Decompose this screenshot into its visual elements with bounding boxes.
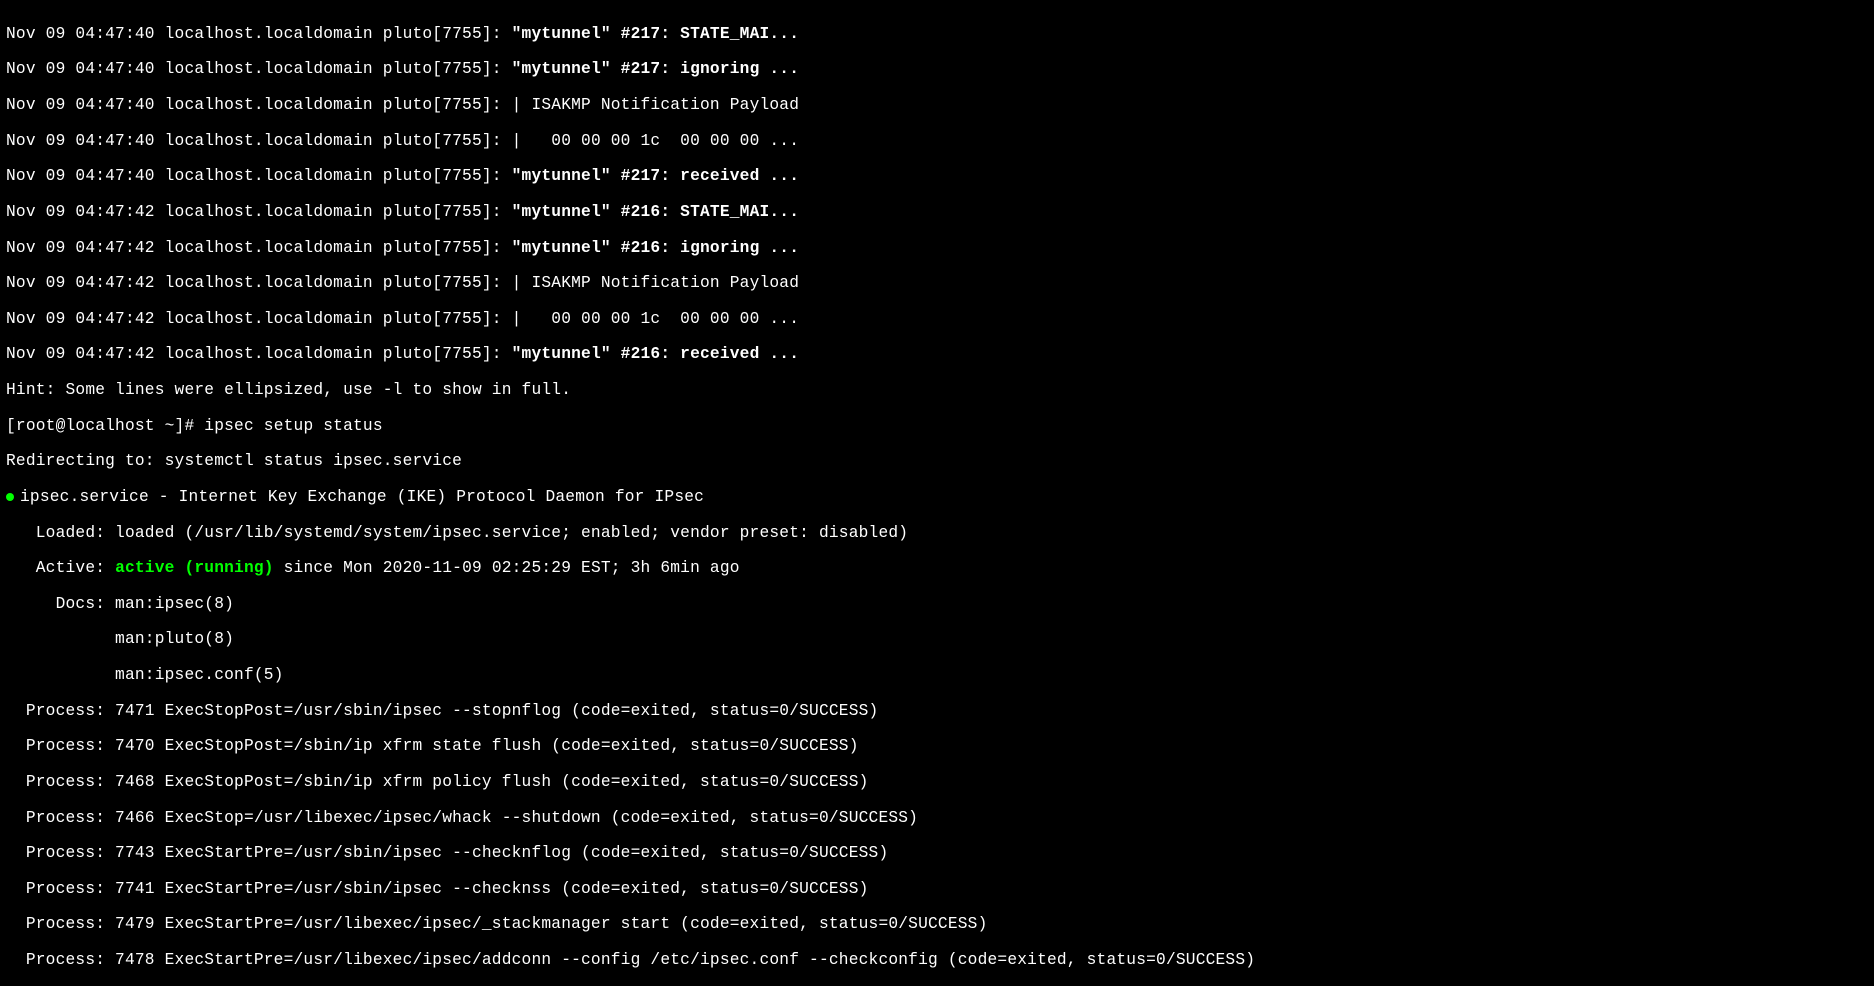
log-line: Nov 09 04:47:42 localhost.localdomain pl…: [6, 204, 1868, 222]
command-text: ipsec setup status: [204, 417, 382, 435]
loaded-line: Loaded: loaded (/usr/lib/systemd/system/…: [6, 525, 1868, 543]
process-line: Process: 7471 ExecStopPost=/usr/sbin/ips…: [6, 703, 1868, 721]
unit-line: ipsec.service - Internet Key Exchange (I…: [6, 489, 1868, 507]
active-status: active (running): [115, 559, 274, 577]
docs-line: man:ipsec.conf(5): [6, 667, 1868, 685]
process-line: Process: 7479 ExecStartPre=/usr/libexec/…: [6, 916, 1868, 934]
process-line: Process: 7468 ExecStopPost=/sbin/ip xfrm…: [6, 774, 1868, 792]
log-line: Nov 09 04:47:40 localhost.localdomain pl…: [6, 133, 1868, 151]
log-line: Nov 09 04:47:40 localhost.localdomain pl…: [6, 97, 1868, 115]
process-line: Process: 7478 ExecStartPre=/usr/libexec/…: [6, 952, 1868, 970]
log-line: Nov 09 04:47:42 localhost.localdomain pl…: [6, 275, 1868, 293]
log-line: Nov 09 04:47:40 localhost.localdomain pl…: [6, 26, 1868, 44]
log-line: Nov 09 04:47:42 localhost.localdomain pl…: [6, 311, 1868, 329]
prompt-line: [root@localhost ~]# ipsec setup status: [6, 418, 1868, 436]
redirect-line: Redirecting to: systemctl status ipsec.s…: [6, 453, 1868, 471]
process-line: Process: 7741 ExecStartPre=/usr/sbin/ips…: [6, 881, 1868, 899]
log-line: Nov 09 04:47:40 localhost.localdomain pl…: [6, 168, 1868, 186]
terminal-output[interactable]: Nov 09 04:47:40 localhost.localdomain pl…: [0, 0, 1874, 986]
docs-line: Docs: man:ipsec(8): [6, 596, 1868, 614]
hint-line: Hint: Some lines were ellipsized, use -l…: [6, 382, 1868, 400]
process-line: Process: 7470 ExecStopPost=/sbin/ip xfrm…: [6, 738, 1868, 756]
process-line: Process: 7743 ExecStartPre=/usr/sbin/ips…: [6, 845, 1868, 863]
status-dot-icon: [6, 493, 14, 501]
process-line: Process: 7466 ExecStop=/usr/libexec/ipse…: [6, 810, 1868, 828]
log-line: Nov 09 04:47:40 localhost.localdomain pl…: [6, 61, 1868, 79]
log-line: Nov 09 04:47:42 localhost.localdomain pl…: [6, 240, 1868, 258]
docs-line: man:pluto(8): [6, 631, 1868, 649]
log-line: Nov 09 04:47:42 localhost.localdomain pl…: [6, 346, 1868, 364]
active-line: Active: active (running) since Mon 2020-…: [6, 560, 1868, 578]
